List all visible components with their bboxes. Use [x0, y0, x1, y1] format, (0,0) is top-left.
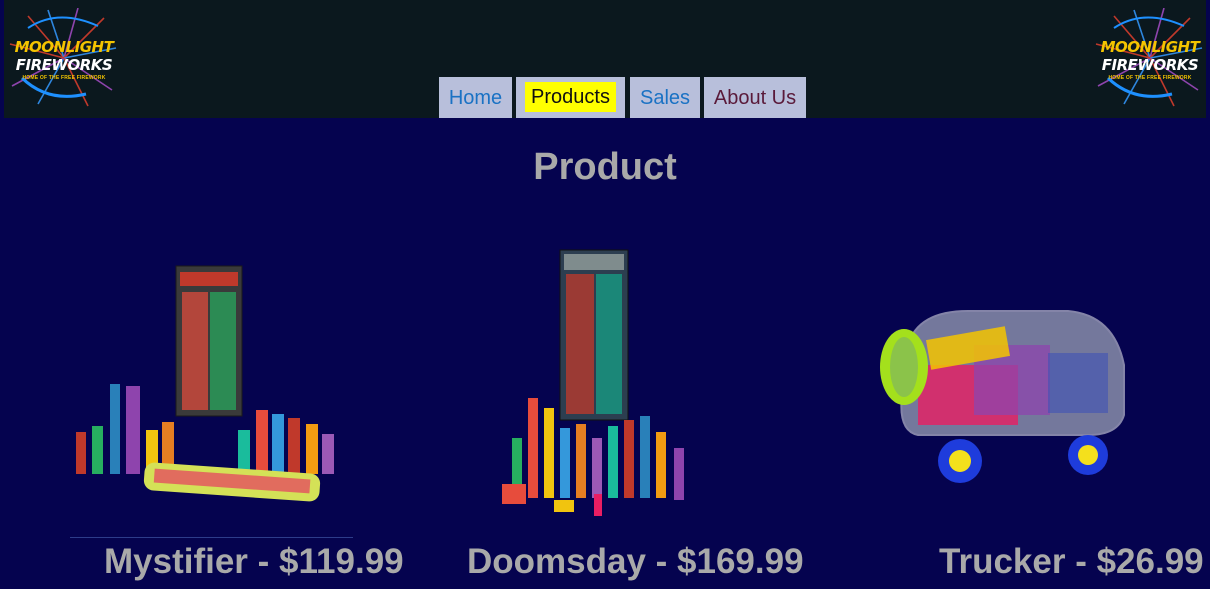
nav-about-label: About Us [713, 87, 797, 109]
product-divider [70, 537, 353, 538]
site-header: MOONLIGHT FIREWORKS HOME OF THE FREE FIR… [4, 0, 1206, 118]
product-image-doomsday[interactable] [498, 248, 698, 518]
nav-about-us[interactable]: About Us [704, 77, 806, 118]
product-caption-doomsday[interactable]: Doomsday - $169.99 [467, 542, 804, 582]
nav-sales-label: Sales [639, 87, 691, 109]
site-logo-left[interactable]: MOONLIGHT FIREWORKS HOME OF THE FREE FIR… [8, 8, 120, 108]
product-image-mystifier[interactable] [70, 262, 345, 502]
nav-sales[interactable]: Sales [630, 77, 700, 118]
logo-line-1: MOONLIGHT [14, 38, 114, 56]
nav-products[interactable]: Products [516, 77, 625, 118]
product-caption-trucker[interactable]: Trucker - $26.99 [939, 542, 1204, 582]
nav-home-label: Home [448, 87, 503, 109]
nav-home[interactable]: Home [439, 77, 512, 118]
logo-tagline: HOME OF THE FREE FIREWORK [1108, 75, 1192, 81]
product-caption-mystifier[interactable]: Mystifier - $119.99 [104, 542, 404, 582]
nav-products-label: Products [525, 82, 616, 112]
site-logo-right[interactable]: MOONLIGHT FIREWORKS HOME OF THE FREE FIR… [1094, 8, 1206, 108]
page: MOONLIGHT FIREWORKS HOME OF THE FREE FIR… [0, 0, 1210, 589]
product-image-trucker[interactable] [878, 305, 1130, 487]
logo-line-1: MOONLIGHT [1100, 38, 1200, 56]
logo-tagline: HOME OF THE FREE FIREWORK [22, 75, 106, 81]
logo-line-2: FIREWORKS [1101, 56, 1199, 74]
logo-line-2: FIREWORKS [15, 56, 113, 74]
page-title: Product [533, 146, 677, 188]
